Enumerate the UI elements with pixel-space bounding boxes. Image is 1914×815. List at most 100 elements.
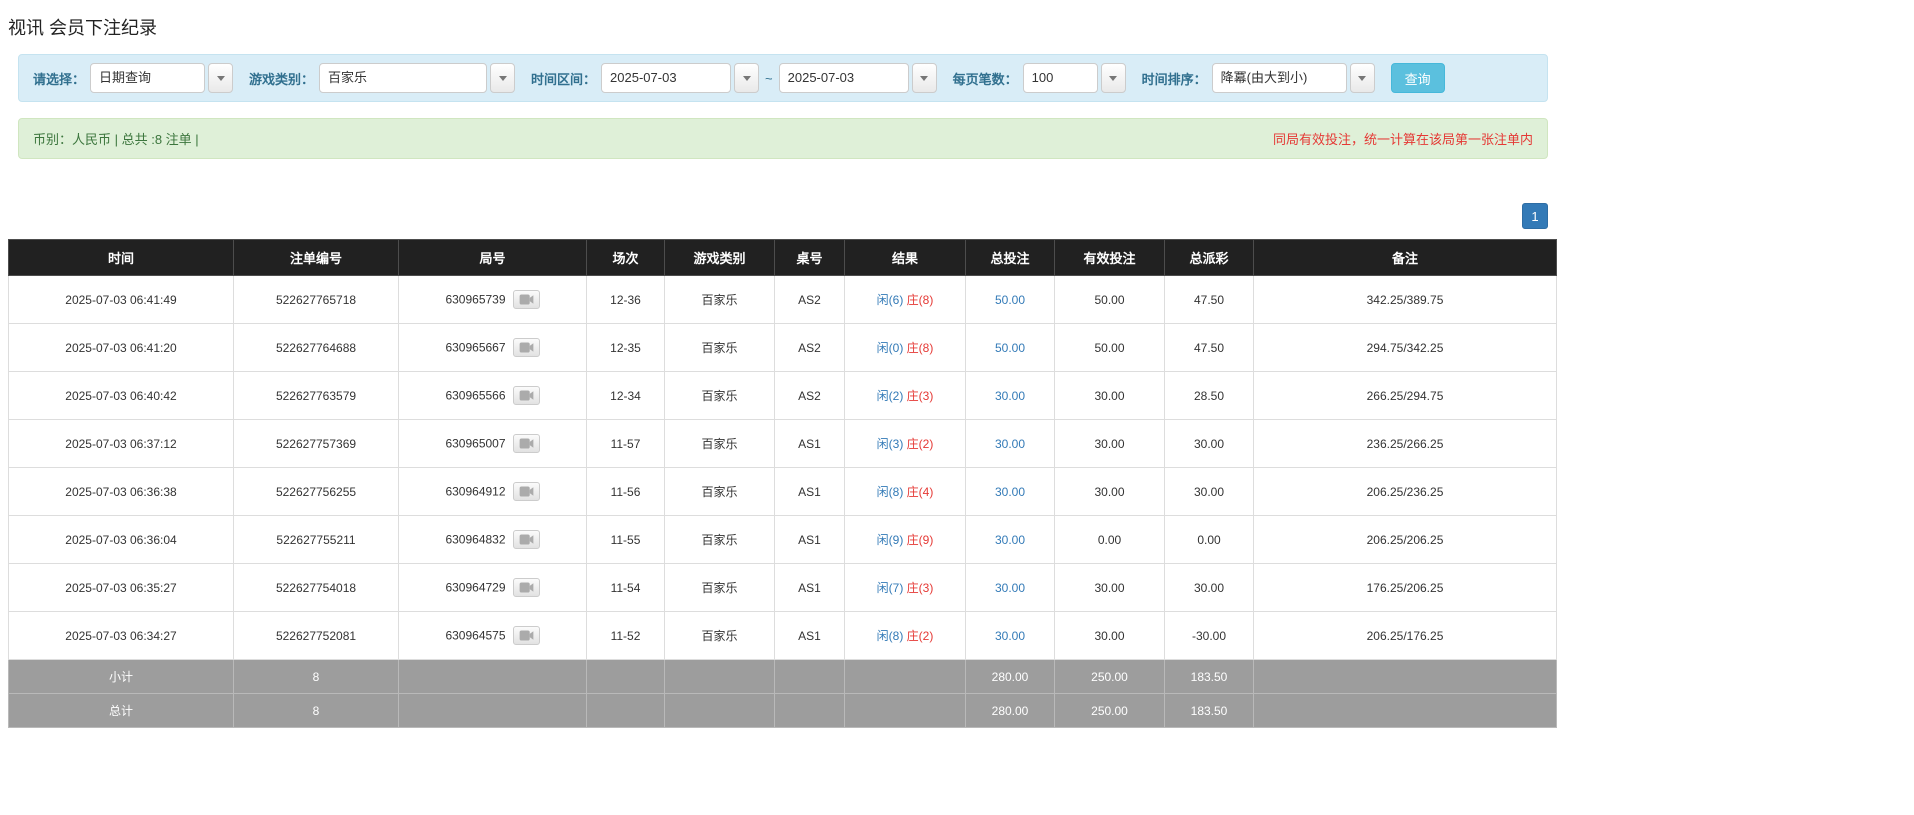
cell-round: 630964832 (399, 516, 587, 564)
empty-cell (775, 694, 845, 728)
result-banker: 庄(9) (907, 533, 934, 547)
date-from-input[interactable]: 2025-07-03 (601, 63, 731, 93)
result-banker: 庄(3) (907, 581, 934, 595)
time-sort-dropdown-button[interactable] (1350, 63, 1375, 93)
result-player: 闲(3) (877, 437, 904, 451)
empty-cell (1254, 694, 1557, 728)
col-remark: 备注 (1254, 240, 1557, 276)
date-from-dropdown-button[interactable] (734, 63, 759, 93)
search-button[interactable]: 查询 (1391, 63, 1445, 93)
round-id: 630964575 (445, 629, 505, 643)
game-type-select[interactable]: 百家乐 (319, 63, 487, 93)
cell-payout: 30.00 (1165, 564, 1254, 612)
cell-bet-id: 522627754018 (234, 564, 399, 612)
bet-record-row: 2025-07-03 06:41:49522627765718630965739… (9, 276, 1557, 324)
game-type-label: 游戏类别： (249, 69, 314, 88)
view-video-button[interactable] (513, 530, 540, 549)
subtotal-label: 小计 (9, 660, 234, 694)
page-button-1[interactable]: 1 (1522, 203, 1548, 229)
view-video-button[interactable] (513, 626, 540, 645)
cell-time: 2025-07-03 06:37:12 (9, 420, 234, 468)
cell-game: 百家乐 (665, 276, 775, 324)
cell-result: 闲(6) 庄(8) (845, 276, 966, 324)
cell-valid-bet: 30.00 (1055, 372, 1165, 420)
query-type-select[interactable]: 日期查询 (90, 63, 205, 93)
cell-valid-bet: 50.00 (1055, 324, 1165, 372)
date-to-dropdown-button[interactable] (912, 63, 937, 93)
cell-time: 2025-07-03 06:41:20 (9, 324, 234, 372)
per-page-select[interactable]: 100 (1023, 63, 1098, 93)
col-time: 时间 (9, 240, 234, 276)
total-count: 8 (234, 694, 399, 728)
cell-session: 12-36 (587, 276, 665, 324)
cell-result: 闲(3) 庄(2) (845, 420, 966, 468)
total-bet-link[interactable]: 50.00 (995, 341, 1025, 355)
date-to-input[interactable]: 2025-07-03 (779, 63, 909, 93)
page-container: 视讯 会员下注纪录 请选择： 日期查询 游戏类别： 百家乐 时间区间： 2025… (0, 0, 1556, 734)
cell-table: AS2 (775, 324, 845, 372)
col-payout: 总派彩 (1165, 240, 1254, 276)
cell-payout: 47.50 (1165, 324, 1254, 372)
total-bet-link[interactable]: 50.00 (995, 293, 1025, 307)
video-icon (519, 486, 534, 497)
time-sort-select[interactable]: 降冪(由大到小) (1212, 63, 1347, 93)
cell-remark: 206.25/176.25 (1254, 612, 1557, 660)
cell-payout: 30.00 (1165, 420, 1254, 468)
total-bet-link[interactable]: 30.00 (995, 437, 1025, 451)
view-video-button[interactable] (513, 338, 540, 357)
empty-cell (845, 694, 966, 728)
chevron-down-icon (1109, 76, 1117, 81)
total-bet-link[interactable]: 30.00 (995, 533, 1025, 547)
query-type-dropdown-button[interactable] (208, 63, 233, 93)
view-video-button[interactable] (513, 386, 540, 405)
chevron-down-icon (743, 76, 751, 81)
view-video-button[interactable] (513, 578, 540, 597)
per-page-dropdown-button[interactable] (1101, 63, 1126, 93)
cell-valid-bet: 0.00 (1055, 516, 1165, 564)
cell-remark: 176.25/206.25 (1254, 564, 1557, 612)
pagination: 1 (8, 203, 1548, 229)
round-id: 630964729 (445, 581, 505, 595)
result-player: 闲(7) (877, 581, 904, 595)
cell-bet-id: 522627764688 (234, 324, 399, 372)
col-game: 游戏类别 (665, 240, 775, 276)
cell-table: AS1 (775, 516, 845, 564)
cell-game: 百家乐 (665, 564, 775, 612)
bet-record-row: 2025-07-03 06:41:20522627764688630965667… (9, 324, 1557, 372)
round-id: 630965566 (445, 389, 505, 403)
cell-round: 630964575 (399, 612, 587, 660)
chevron-down-icon (1358, 76, 1366, 81)
round-id: 630965739 (445, 293, 505, 307)
bet-record-row: 2025-07-03 06:36:04522627755211630964832… (9, 516, 1557, 564)
cell-valid-bet: 30.00 (1055, 564, 1165, 612)
result-banker: 庄(8) (907, 293, 934, 307)
total-bet-link[interactable]: 30.00 (995, 389, 1025, 403)
video-icon (519, 294, 534, 305)
total-bet-link[interactable]: 30.00 (995, 581, 1025, 595)
total-bet-link[interactable]: 30.00 (995, 629, 1025, 643)
cell-session: 11-55 (587, 516, 665, 564)
cell-bet-id: 522627765718 (234, 276, 399, 324)
cell-remark: 206.25/236.25 (1254, 468, 1557, 516)
cell-session: 11-57 (587, 420, 665, 468)
view-video-button[interactable] (513, 482, 540, 501)
empty-cell (587, 694, 665, 728)
subtotal-count: 8 (234, 660, 399, 694)
bet-record-row: 2025-07-03 06:37:12522627757369630965007… (9, 420, 1557, 468)
total-bet-link[interactable]: 30.00 (995, 485, 1025, 499)
cell-remark: 342.25/389.75 (1254, 276, 1557, 324)
result-player: 闲(0) (877, 341, 904, 355)
per-page-label: 每页笔数： (953, 69, 1018, 88)
video-icon (519, 342, 534, 353)
game-type-dropdown-button[interactable] (490, 63, 515, 93)
view-video-button[interactable] (513, 290, 540, 309)
total-valid-bet: 250.00 (1055, 694, 1165, 728)
summary-note: 同局有效投注，统一计算在该局第一张注单内 (1273, 129, 1533, 148)
cell-session: 11-52 (587, 612, 665, 660)
cell-round: 630964912 (399, 468, 587, 516)
view-video-button[interactable] (513, 434, 540, 453)
cell-valid-bet: 30.00 (1055, 612, 1165, 660)
cell-payout: 47.50 (1165, 276, 1254, 324)
cell-bet-id: 522627763579 (234, 372, 399, 420)
table-body: 2025-07-03 06:41:49522627765718630965739… (9, 276, 1557, 660)
